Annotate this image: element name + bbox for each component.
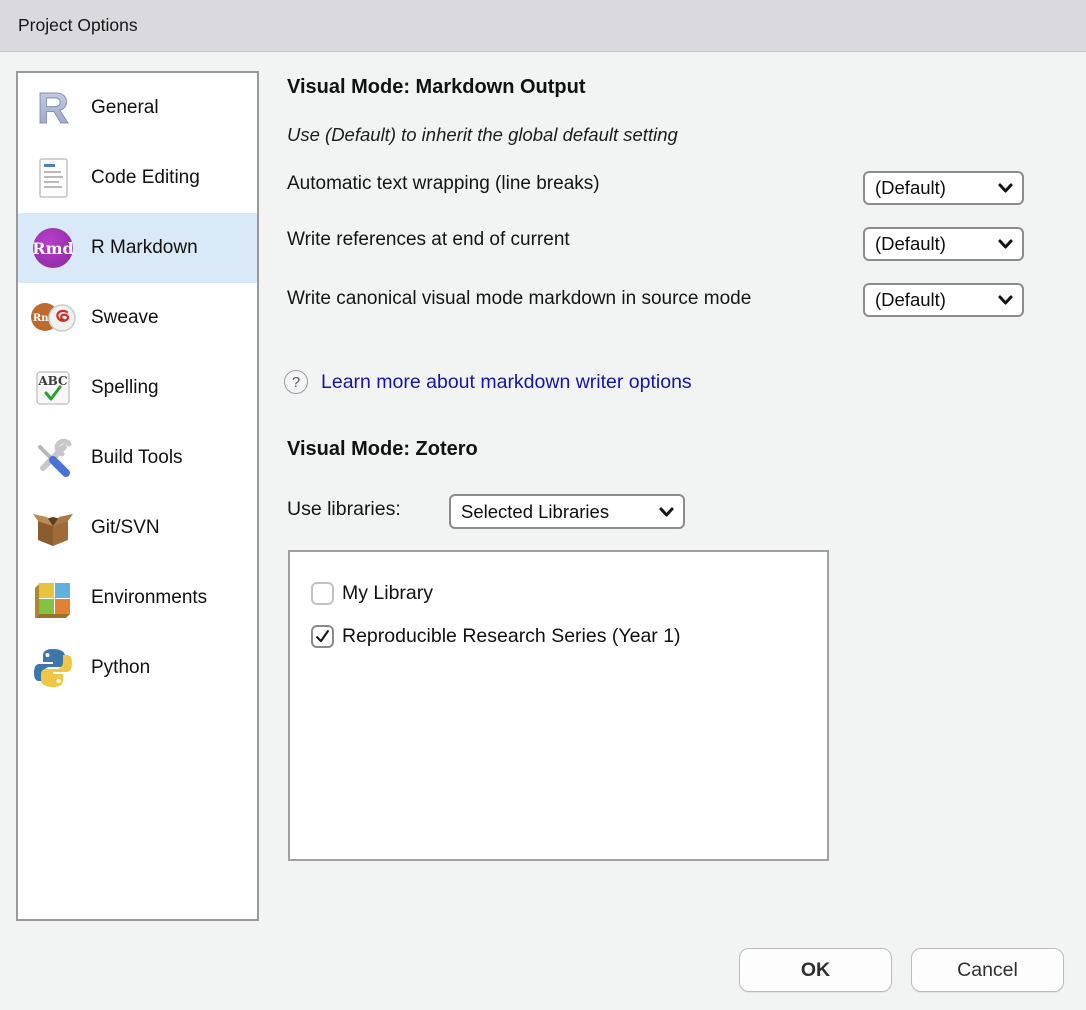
svg-text:R: R [37, 85, 69, 131]
select-value: (Default) [875, 177, 946, 199]
use-libraries-label: Use libraries: [287, 498, 401, 521]
sidebar-item-label: General [91, 97, 159, 119]
libraries-listbox: My Library Reproducible Research Series … [288, 550, 829, 861]
reproducible-research-checkbox[interactable] [311, 625, 334, 648]
sidebar-item-label: Build Tools [91, 447, 183, 469]
sidebar-item-git-svn[interactable]: Git/SVN [18, 493, 257, 563]
default-hint-text: Use (Default) to inherit the global defa… [287, 124, 678, 146]
sidebar: R General Code Editing [16, 71, 259, 921]
library-label: My Library [342, 582, 433, 605]
sidebar-item-r-markdown[interactable]: Rmd R Markdown [18, 213, 257, 283]
sidebar-item-build-tools[interactable]: Build Tools [18, 423, 257, 493]
select-value: Selected Libraries [461, 501, 609, 523]
sidebar-item-spelling[interactable]: ABC Spelling [18, 353, 257, 423]
sidebar-item-environments[interactable]: Environments [18, 563, 257, 633]
r-logo-icon: R [30, 85, 76, 131]
sidebar-item-label: Environments [91, 587, 207, 609]
canonical-markdown-select[interactable]: (Default) [863, 283, 1024, 317]
sidebar-item-label: Spelling [91, 377, 159, 399]
canonical-markdown-label: Write canonical visual mode markdown in … [287, 284, 792, 314]
git-svn-icon [30, 505, 76, 551]
select-value: (Default) [875, 233, 946, 255]
library-row-my-library[interactable]: My Library [311, 572, 827, 615]
dialog-title: Project Options [18, 15, 138, 36]
chevron-down-icon [998, 295, 1013, 305]
sidebar-item-general[interactable]: R General [18, 73, 257, 143]
references-label: Write references at end of current [287, 229, 570, 251]
text-wrapping-label: Automatic text wrapping (line breaks) [287, 173, 600, 195]
my-library-checkbox[interactable] [311, 582, 334, 605]
checkmark-icon [314, 628, 331, 645]
rmarkdown-icon: Rmd [30, 225, 76, 271]
zotero-heading: Visual Mode: Zotero [287, 438, 478, 461]
sidebar-item-label: Sweave [91, 307, 159, 329]
sweave-icon: Rnw [30, 295, 76, 341]
cancel-button[interactable]: Cancel [911, 948, 1064, 992]
code-editing-icon [30, 155, 76, 201]
sidebar-item-label: Python [91, 657, 150, 679]
spelling-icon: ABC [30, 365, 76, 411]
chevron-down-icon [998, 239, 1013, 249]
chevron-down-icon [998, 183, 1013, 193]
select-value: (Default) [875, 289, 946, 311]
svg-text:Rmd: Rmd [32, 239, 73, 258]
text-wrapping-select[interactable]: (Default) [863, 171, 1024, 205]
sidebar-item-code-editing[interactable]: Code Editing [18, 143, 257, 213]
sidebar-item-python[interactable]: Python [18, 633, 257, 703]
sidebar-item-label: Code Editing [91, 167, 200, 189]
build-tools-icon [30, 435, 76, 481]
help-row: ? Learn more about markdown writer optio… [284, 370, 692, 394]
markdown-output-heading: Visual Mode: Markdown Output [287, 76, 586, 99]
sidebar-item-sweave[interactable]: Rnw Sweave [18, 283, 257, 353]
title-bar: Project Options [0, 0, 1086, 52]
references-select[interactable]: (Default) [863, 227, 1024, 261]
python-icon [30, 645, 76, 691]
use-libraries-select[interactable]: Selected Libraries [449, 494, 685, 529]
sidebar-item-label: Git/SVN [91, 517, 160, 539]
svg-text:ABC: ABC [37, 374, 67, 388]
chevron-down-icon [659, 507, 674, 517]
sidebar-item-label: R Markdown [91, 237, 198, 259]
environments-icon [30, 575, 76, 621]
ok-button[interactable]: OK [739, 948, 892, 992]
project-options-dialog: Project Options R General [0, 0, 1086, 1010]
help-question-icon[interactable]: ? [284, 370, 308, 394]
library-label: Reproducible Research Series (Year 1) [342, 625, 681, 648]
library-row-reproducible-research[interactable]: Reproducible Research Series (Year 1) [311, 615, 827, 658]
markdown-writer-help-link[interactable]: Learn more about markdown writer options [321, 371, 692, 394]
